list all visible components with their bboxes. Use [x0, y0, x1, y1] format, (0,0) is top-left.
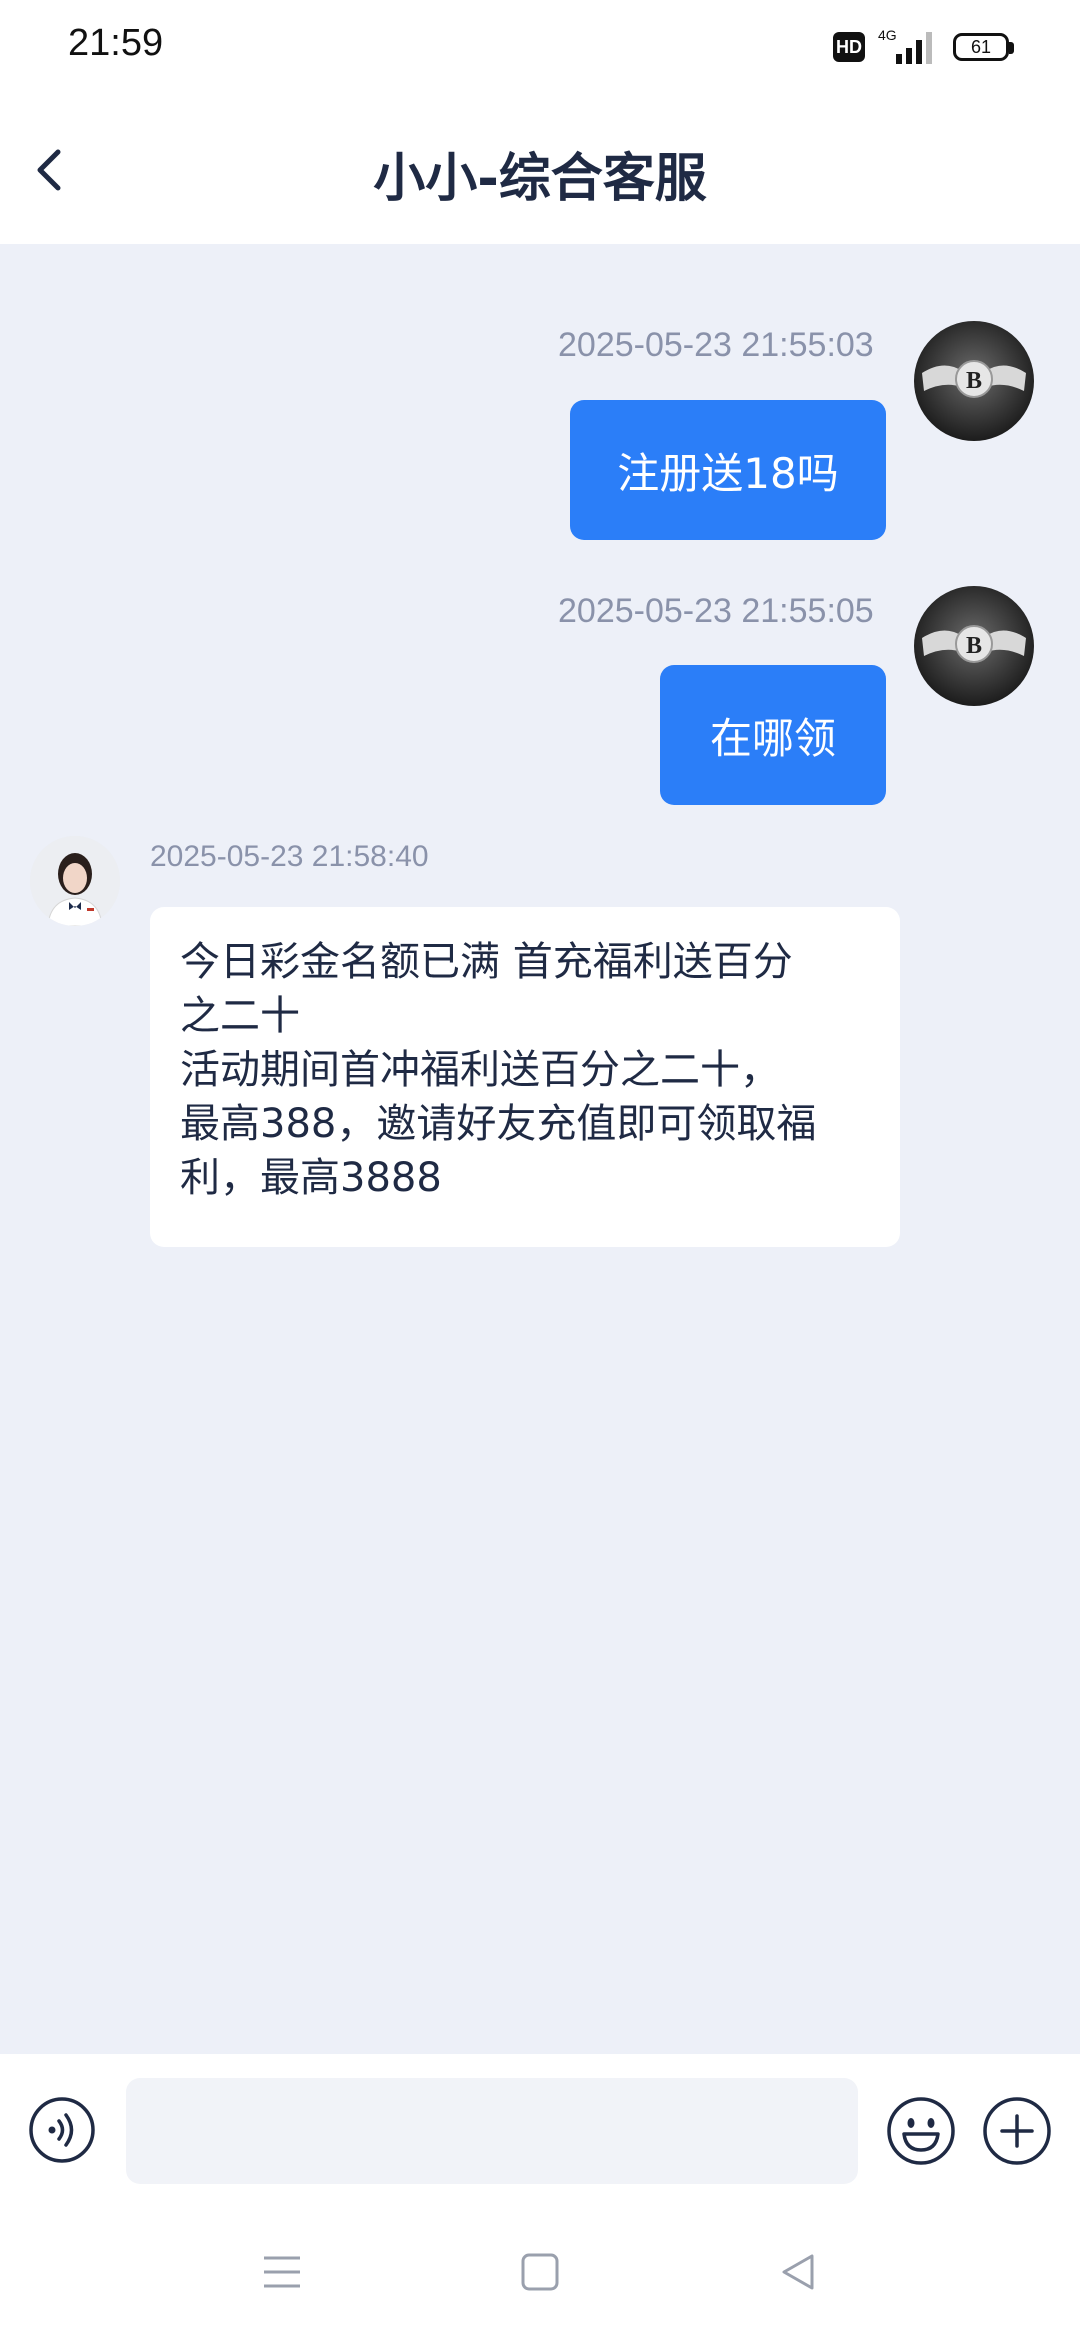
message-line: 今日彩金名额已满 首充福利送百分	[180, 939, 793, 985]
emoji-icon[interactable]	[886, 2096, 956, 2166]
signal-icon: 4G	[878, 27, 932, 64]
battery-icon: 61	[953, 33, 1009, 61]
agent-avatar[interactable]	[30, 836, 120, 926]
header: 小小-综合客服	[0, 96, 1080, 244]
svg-text:B: B	[966, 368, 982, 394]
svg-text:B: B	[966, 633, 982, 659]
plus-icon[interactable]	[982, 2096, 1052, 2166]
page-title: 小小-综合客服	[373, 149, 707, 209]
battery-level: 61	[970, 37, 992, 57]
message-timestamp: 2025-05-23 21:55:05	[558, 592, 874, 630]
message-line: 利，最高3888	[180, 1155, 442, 1201]
system-nav-bar	[0, 2204, 1080, 2340]
message-timestamp: 2025-05-23 21:58:40	[150, 840, 429, 873]
triangle-back-icon[interactable]	[774, 2248, 822, 2296]
outgoing-message-bubble[interactable]: 在哪领	[660, 665, 886, 805]
incoming-message-bubble[interactable]: 今日彩金名额已满 首充福利送百分 之二十 活动期间首冲福利送百分之二十， 最高3…	[150, 907, 900, 1247]
user-avatar[interactable]: B	[914, 586, 1034, 706]
chat-area[interactable]: 2025-05-23 21:55:03 注册送18吗 B 2025-05-23 …	[0, 244, 1080, 2054]
outgoing-message-bubble[interactable]: 注册送18吗	[570, 400, 886, 540]
message-line: 活动期间首冲福利送百分之二十，	[180, 1047, 780, 1093]
home-icon[interactable]	[516, 2248, 564, 2296]
status-time: 21:59	[68, 22, 164, 64]
message-line: 最高388，邀请好友充值即可领取福	[180, 1101, 817, 1147]
hd-badge: HD	[833, 32, 865, 62]
message-timestamp: 2025-05-23 21:55:03	[558, 326, 874, 364]
menu-icon[interactable]	[258, 2248, 306, 2296]
message-input[interactable]	[126, 2078, 858, 2184]
message-line: 之二十	[180, 993, 300, 1039]
battery-tip	[1009, 42, 1014, 54]
user-avatar[interactable]: B	[914, 321, 1034, 441]
status-bar: 21:59 HD 4G 61	[0, 0, 1080, 96]
input-bar	[0, 2054, 1080, 2204]
network-label: 4G	[878, 27, 897, 43]
voice-icon[interactable]	[28, 2096, 96, 2164]
